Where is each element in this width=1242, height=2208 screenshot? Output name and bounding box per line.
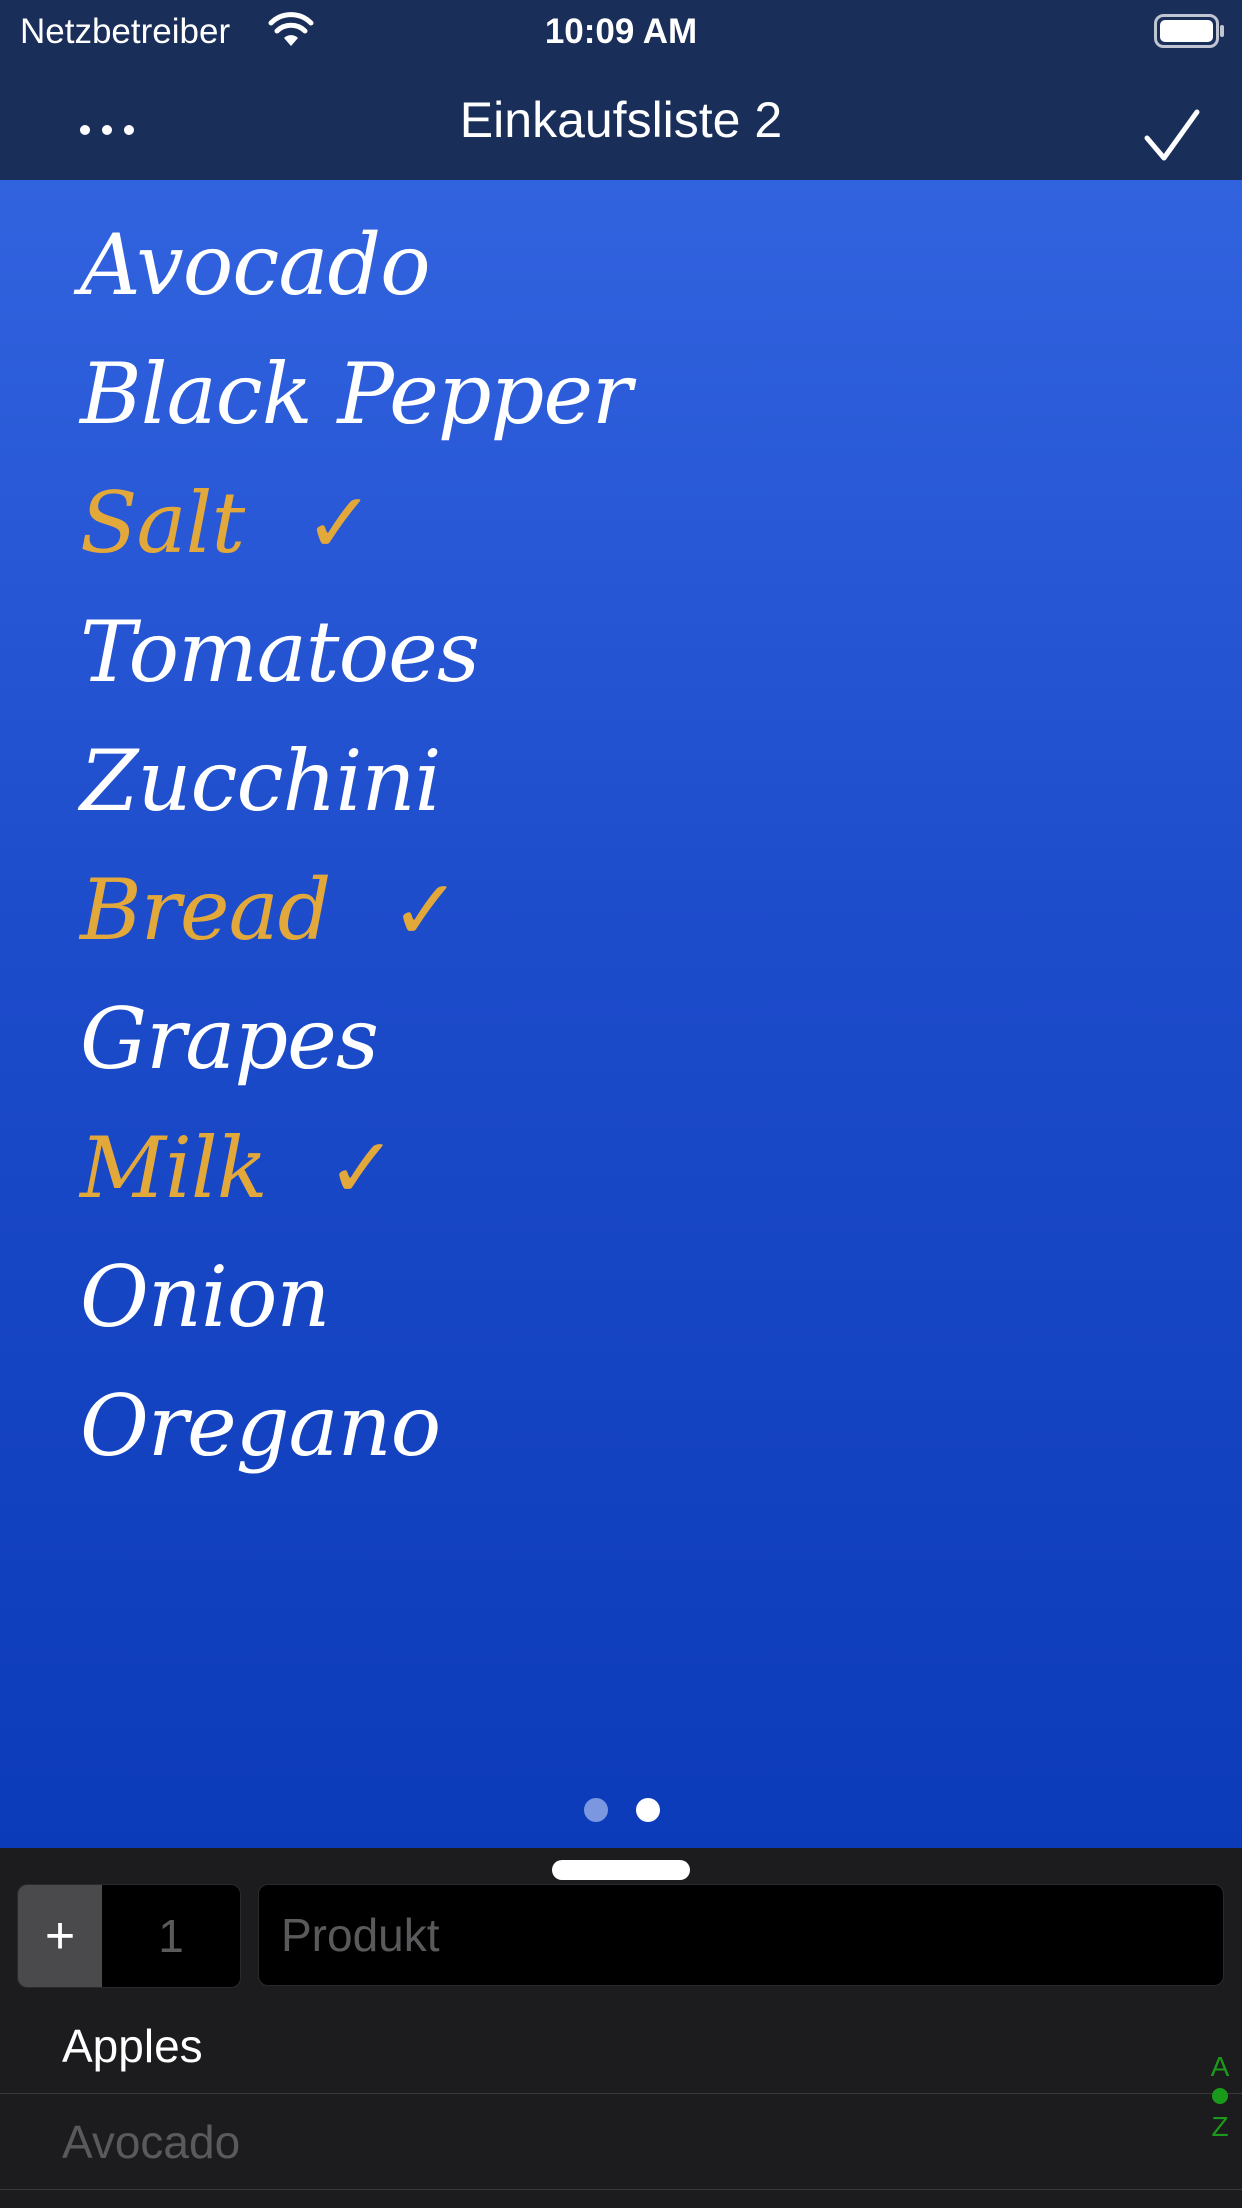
list-item[interactable]: Milk ✓ xyxy=(80,1103,631,1232)
increment-button[interactable]: + xyxy=(18,1885,102,1987)
list-item[interactable]: Oregano xyxy=(80,1361,631,1490)
list-item[interactable]: Salt ✓ xyxy=(80,458,631,587)
list-item[interactable]: Tomatoes xyxy=(80,587,631,716)
list-item[interactable]: Avocado xyxy=(80,200,631,329)
checkmark-icon: ✓ xyxy=(390,860,460,959)
page-control[interactable] xyxy=(0,1798,1242,1828)
item-label: Salt xyxy=(80,473,245,572)
item-label: Grapes xyxy=(80,989,379,1088)
item-label: Avocado xyxy=(80,215,431,314)
item-label: Tomatoes xyxy=(80,602,480,701)
shopping-list: Avocado Black Pepper Salt ✓ Tomatoes Zucc… xyxy=(80,200,632,1490)
suggestion-item[interactable]: Apples xyxy=(0,1998,1242,2094)
alphabet-index[interactable]: A Z xyxy=(1208,2050,1232,2144)
list-item[interactable]: Onion xyxy=(80,1232,631,1361)
list-item[interactable]: Grapes xyxy=(80,974,631,1103)
item-label: Black Pepper xyxy=(80,344,632,443)
page-dot-1[interactable] xyxy=(584,1798,608,1822)
item-label: Bread xyxy=(80,860,331,959)
index-letter-a[interactable]: A xyxy=(1208,2050,1232,2084)
list-item[interactable]: Bread ✓ xyxy=(80,845,631,974)
list-title: Einkaufsliste 2 xyxy=(459,92,783,148)
drag-handle[interactable] xyxy=(552,1860,690,1880)
page-dot-2[interactable] xyxy=(636,1798,660,1822)
item-label: Onion xyxy=(80,1247,331,1346)
suggestion-list: Apples Avocado xyxy=(0,1998,1242,2190)
product-input[interactable] xyxy=(258,1884,1224,1986)
suggestion-item[interactable]: Avocado xyxy=(0,2094,1242,2190)
list-item[interactable]: Zucchini xyxy=(80,716,631,845)
quantity-value[interactable]: 1 xyxy=(102,1885,240,1987)
entry-panel: + 1 Apples Avocado xyxy=(0,1848,1242,2208)
checkmark-icon: ✓ xyxy=(326,1118,397,1217)
index-dot[interactable] xyxy=(1212,2088,1228,2104)
battery-icon xyxy=(1154,14,1224,48)
checkmark-icon: ✓ xyxy=(304,473,374,572)
item-label: Oregano xyxy=(80,1376,441,1475)
shopping-list-screen: Netzbetreiber 10:09 AM Einkaufsliste 2 A… xyxy=(0,0,1242,2208)
index-letter-z[interactable]: Z xyxy=(1208,2110,1232,2144)
list-area: Avocado Black Pepper Salt ✓ Tomatoes Zucc… xyxy=(0,180,1242,1848)
status-time: 10:09 AM xyxy=(544,12,698,51)
top-bar: Netzbetreiber 10:09 AM Einkaufsliste 2 xyxy=(0,0,1242,180)
item-label: Zucchini xyxy=(80,731,441,830)
item-label: Milk xyxy=(80,1118,268,1217)
checkmark-icon[interactable] xyxy=(1144,108,1200,162)
quantity-stepper: + 1 xyxy=(17,1884,241,1988)
list-item[interactable]: Black Pepper xyxy=(80,329,632,458)
